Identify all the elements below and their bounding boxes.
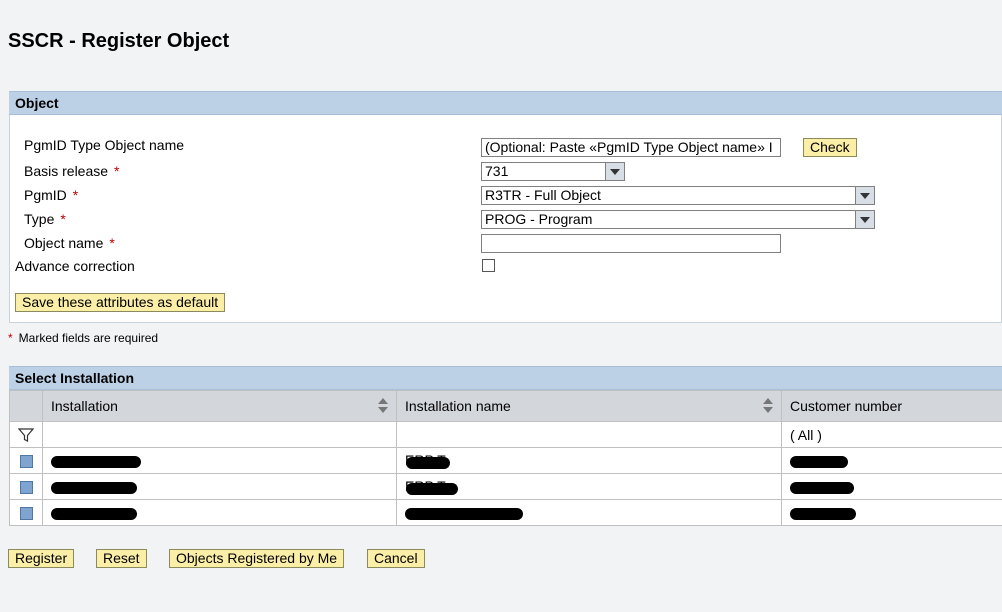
filter-installation-name-input[interactable] [396, 421, 782, 448]
table-row[interactable] [9, 499, 1002, 526]
advance-correction-checkbox[interactable] [482, 259, 495, 272]
table-row[interactable]: ERP T [9, 447, 1002, 474]
installation-table: Installation Installation name Customer … [9, 390, 1002, 526]
customer-number-cell [781, 447, 1002, 474]
required-note: * Marked fields are required [8, 331, 159, 345]
chevron-down-icon[interactable] [855, 211, 874, 228]
type-value: PROG - Program [485, 211, 593, 227]
filter-installation-input[interactable] [42, 421, 397, 448]
pgmid-value: R3TR - Full Object [485, 187, 601, 203]
advance-correction-label: Advance correction [15, 258, 135, 274]
register-button[interactable]: Register [8, 549, 75, 568]
basis-release-select[interactable]: 731 [481, 162, 625, 181]
filter-customer-number-input[interactable]: ( All ) [781, 421, 1002, 448]
object-name-label: Object name * [24, 235, 115, 251]
installation-cell [42, 473, 397, 500]
installation-section-header: Select Installation [9, 366, 1002, 390]
select-all-header[interactable] [9, 390, 43, 422]
cancel-button[interactable]: Cancel [367, 549, 425, 568]
save-defaults-button[interactable]: Save these attributes as default [15, 293, 226, 312]
column-header-customer-number[interactable]: Customer number [781, 390, 1002, 422]
page-title: SSCR - Register Object [8, 30, 230, 52]
installation-name-cell: ERP T [396, 447, 782, 474]
customer-number-cell [781, 499, 1002, 526]
installation-cell [42, 499, 397, 526]
pgmid-type-object-name-input[interactable]: (Optional: Paste «PgmID Type Object name… [481, 138, 781, 157]
row-selector[interactable] [9, 473, 43, 500]
object-name-input[interactable] [481, 234, 781, 253]
object-section-header: Object [9, 91, 1002, 115]
type-label: Type * [24, 211, 66, 227]
sort-arrows-icon[interactable] [378, 398, 388, 414]
objects-registered-button[interactable]: Objects Registered by Me [169, 549, 345, 568]
customer-number-cell [781, 473, 1002, 500]
check-button[interactable]: Check [803, 138, 857, 157]
sort-arrows-icon[interactable] [763, 398, 773, 414]
basis-release-value: 731 [485, 163, 509, 179]
basis-release-label: Basis release * [24, 163, 120, 179]
type-select[interactable]: PROG - Program [481, 210, 875, 229]
pgmid-type-object-name-label: PgmID Type Object name [24, 137, 185, 153]
table-row[interactable]: ERP T [9, 473, 1002, 500]
row-selector[interactable] [9, 447, 43, 474]
column-header-installation-name[interactable]: Installation name [396, 390, 782, 422]
funnel-icon[interactable] [17, 427, 35, 443]
filter-toggle[interactable] [9, 421, 43, 448]
pgmid-select[interactable]: R3TR - Full Object [481, 186, 875, 205]
installation-cell [42, 447, 397, 474]
chevron-down-icon[interactable] [855, 187, 874, 204]
installation-name-cell [396, 499, 782, 526]
chevron-down-icon[interactable] [605, 163, 624, 180]
column-header-installation[interactable]: Installation [42, 390, 397, 422]
reset-button[interactable]: Reset [96, 549, 147, 568]
pgmid-label: PgmID * [24, 187, 79, 203]
installation-name-cell: ERP T [396, 473, 782, 500]
row-selector[interactable] [9, 499, 43, 526]
